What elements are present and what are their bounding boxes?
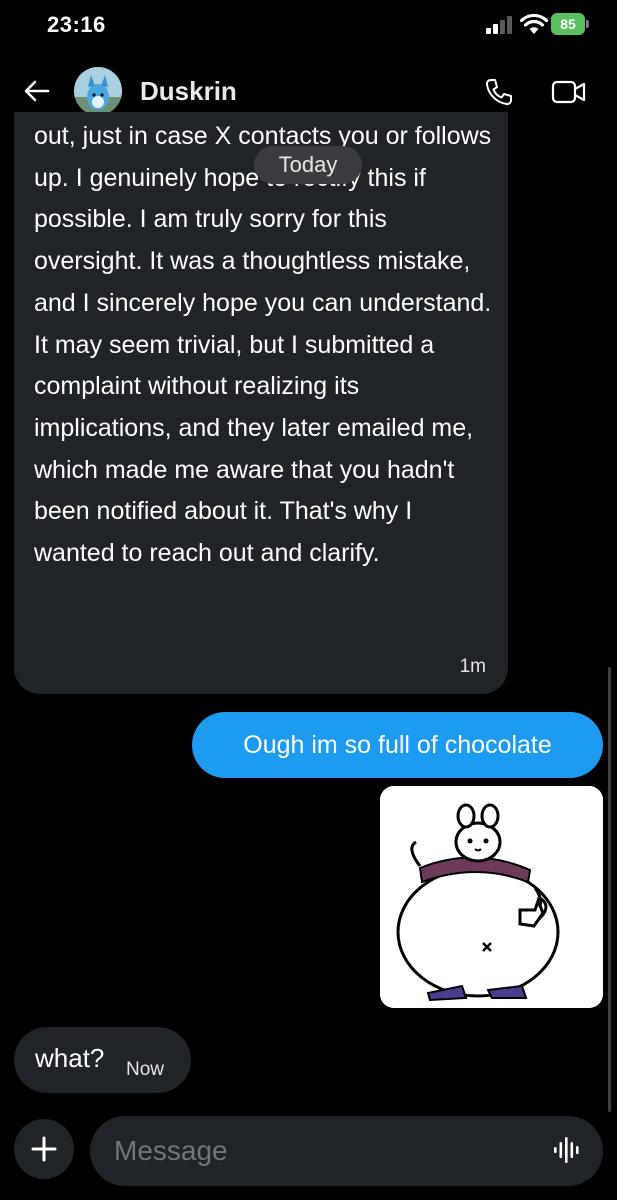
back-arrow-icon[interactable] (22, 76, 52, 106)
message-text: what? (35, 1043, 105, 1073)
plus-icon (31, 1136, 57, 1162)
message-list[interactable]: out, just in case X contacts you or foll… (0, 112, 617, 1112)
avatar[interactable] (74, 67, 122, 115)
outgoing-message-bubble[interactable]: Ough im so full of chocolate (192, 712, 603, 778)
status-time: 23:16 (47, 12, 106, 37)
message-text: Ough im so full of chocolate (243, 730, 552, 759)
voice-waveform-icon[interactable] (552, 1135, 582, 1165)
battery-level: 85 (551, 13, 585, 35)
status-bar: 23:16 85 (0, 0, 617, 52)
signal-icon (486, 16, 512, 34)
message-timestamp: Now (126, 1059, 165, 1080)
phone-icon[interactable] (484, 77, 514, 107)
wifi-icon (520, 13, 548, 34)
attach-button[interactable] (14, 1119, 74, 1179)
video-camera-icon[interactable] (551, 79, 587, 105)
battery-icon: 85 (551, 13, 591, 37)
sticker-image[interactable] (380, 786, 603, 1008)
scrollbar[interactable] (608, 667, 611, 1112)
message-input[interactable] (90, 1116, 603, 1186)
composer-bar (0, 1106, 617, 1200)
date-divider: Today (254, 146, 362, 184)
incoming-message-bubble[interactable]: what? Now (14, 1027, 191, 1093)
contact-name[interactable]: Duskrin (140, 76, 237, 107)
message-timestamp: 1m (459, 656, 486, 677)
incoming-message-bubble[interactable]: out, just in case X contacts you or foll… (14, 112, 508, 694)
message-text: out, just in case X contacts you or foll… (34, 122, 492, 568)
